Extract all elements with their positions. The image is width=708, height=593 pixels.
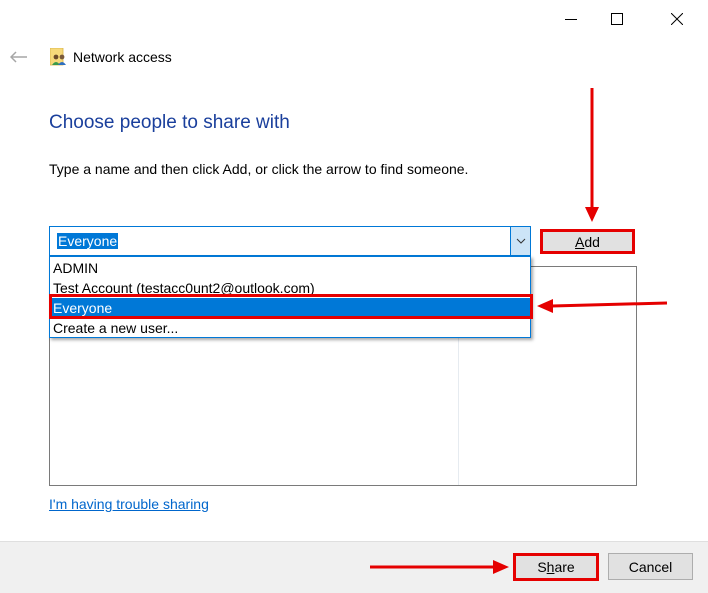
close-button[interactable] <box>654 0 700 38</box>
combobox-dropdown-button[interactable] <box>510 227 530 255</box>
dropdown-option-test-account[interactable]: Test Account (testacc0unt2@outlook.com) <box>50 278 530 298</box>
dropdown-option-everyone[interactable]: Everyone <box>50 298 530 318</box>
close-icon <box>671 13 683 25</box>
page-heading: Choose people to share with <box>49 112 290 133</box>
back-button[interactable] <box>8 46 30 68</box>
dropdown-option-create-new-user[interactable]: Create a new user... <box>50 318 530 338</box>
maximize-icon <box>611 13 623 25</box>
trouble-sharing-link[interactable]: I'm having trouble sharing <box>49 496 209 512</box>
maximize-button[interactable] <box>594 0 640 38</box>
minimize-button[interactable] <box>548 0 594 38</box>
dropdown-option-admin[interactable]: ADMIN <box>50 258 530 278</box>
add-button-label: Add <box>575 233 600 250</box>
network-users-icon <box>50 48 66 66</box>
people-dropdown-list[interactable]: ADMIN Test Account (testacc0unt2@outlook… <box>49 256 531 338</box>
chevron-down-icon <box>516 238 525 244</box>
share-button[interactable]: Share <box>513 553 599 581</box>
back-arrow-icon <box>10 51 27 63</box>
arrow-to-add-button <box>585 88 599 222</box>
combobox-value[interactable]: Everyone <box>57 233 119 249</box>
cancel-button[interactable]: Cancel <box>608 553 693 580</box>
people-combobox[interactable]: Everyone <box>49 226 531 256</box>
window-title: Network access <box>73 49 172 65</box>
add-button[interactable]: Add <box>540 229 635 254</box>
share-button-label: Share <box>537 559 575 575</box>
minimize-icon <box>565 19 577 20</box>
instruction-text: Type a name and then click Add, or click… <box>49 161 469 177</box>
footer-bar <box>0 541 708 593</box>
